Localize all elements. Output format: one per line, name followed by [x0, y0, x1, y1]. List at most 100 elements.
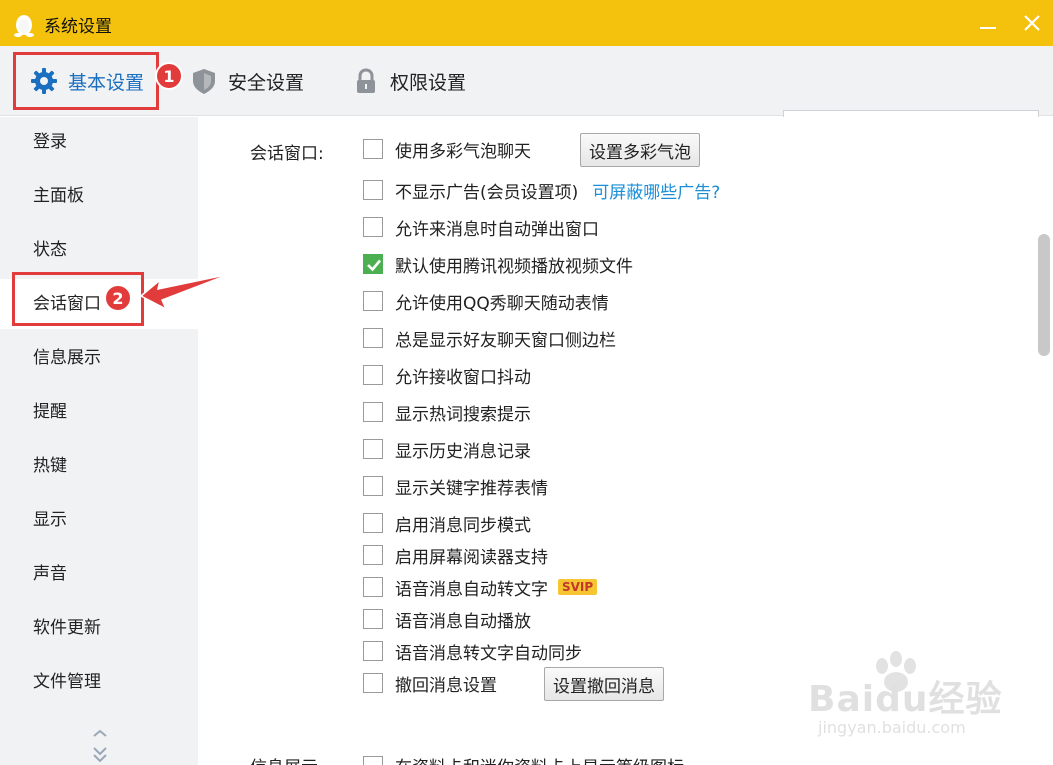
- checkbox[interactable]: [363, 180, 383, 200]
- section-label-chat-window: 会话窗口:: [250, 144, 324, 164]
- option-voice-autoplay[interactable]: 语音消息自动播放: [363, 606, 531, 632]
- sidebar-item-software-update[interactable]: 软件更新: [0, 603, 198, 653]
- sidebar-item-label: 文件管理: [33, 672, 101, 692]
- checkbox[interactable]: [363, 291, 383, 311]
- sidebar-item-sound[interactable]: 声音: [0, 549, 198, 599]
- settings-window: 系统设置 基本设置 安全设置 权限设置 搜索设置项 登录 主面板 状态 会话窗口…: [0, 0, 1053, 765]
- watermark-url: jingyan.baidu.com: [818, 718, 966, 737]
- step-badge-2: 2: [104, 284, 132, 312]
- option-voice-to-text[interactable]: 语音消息自动转文字 SVIP: [363, 574, 598, 600]
- minimize-icon[interactable]: [975, 10, 1001, 36]
- chevron-double-down-icon[interactable]: [88, 728, 112, 762]
- baidu-watermark: Baidu经验 jingyan.baidu.com: [808, 650, 1048, 760]
- tab-label: 权限设置: [390, 71, 467, 94]
- option-label: 启用消息同步模式: [395, 515, 531, 536]
- option-label: 允许来消息时自动弹出窗口: [395, 219, 599, 240]
- checkbox[interactable]: [363, 365, 383, 385]
- option-sync-mode[interactable]: 启用消息同步模式: [363, 510, 531, 536]
- option-label: 显示关键字推荐表情: [395, 478, 548, 499]
- checkbox[interactable]: [363, 545, 383, 565]
- set-colorful-bubble-button[interactable]: 设置多彩气泡: [580, 133, 700, 167]
- checkbox-checked[interactable]: [363, 254, 383, 274]
- scrollbar-thumb[interactable]: [1038, 234, 1050, 356]
- option-recall-settings[interactable]: 撤回消息设置: [363, 670, 497, 696]
- option-history[interactable]: 显示历史消息记录: [363, 436, 531, 462]
- title-bar: 系统设置: [0, 0, 1053, 46]
- shield-icon: [193, 69, 215, 94]
- option-label: 在资料卡和迷你资料卡上显示等级图标: [395, 753, 684, 765]
- option-level-icon[interactable]: 在资料卡和迷你资料卡上显示等级图标: [363, 753, 684, 765]
- sidebar-item-reminders[interactable]: 提醒: [0, 387, 198, 437]
- option-hide-ads[interactable]: 不显示广告(会员设置项) 可屏蔽哪些广告?: [363, 177, 720, 203]
- option-hot-words[interactable]: 显示热词搜索提示: [363, 399, 531, 425]
- sidebar-item-display[interactable]: 显示: [0, 495, 198, 545]
- option-colorful-bubbles[interactable]: 使用多彩气泡聊天: [363, 136, 531, 162]
- highlight-box-basic-settings: [13, 52, 159, 110]
- lock-icon: [357, 68, 375, 93]
- option-auto-popup[interactable]: 允许来消息时自动弹出窗口: [363, 214, 599, 240]
- tab-label: 安全设置: [228, 71, 305, 94]
- sidebar-item-label: 提醒: [33, 402, 67, 422]
- option-voice-text-sync[interactable]: 语音消息转文字自动同步: [363, 638, 582, 664]
- option-label: 语音消息转文字自动同步: [395, 643, 582, 664]
- checkbox[interactable]: [363, 217, 383, 237]
- option-label: 语音消息自动转文字: [395, 579, 548, 600]
- option-tencent-video[interactable]: 默认使用腾讯视频播放视频文件: [363, 251, 633, 277]
- sidebar-item-label: 信息展示: [33, 348, 101, 368]
- option-keyword-emoji[interactable]: 显示关键字推荐表情: [363, 473, 548, 499]
- sidebar-item-status[interactable]: 状态: [0, 225, 198, 275]
- tab-security-settings[interactable]: 安全设置: [190, 46, 304, 116]
- sidebar-item-label: 主面板: [33, 186, 84, 206]
- checkbox[interactable]: [363, 139, 383, 159]
- option-label: 总是显示好友聊天窗口侧边栏: [395, 330, 616, 351]
- option-label: 允许使用QQ秀聊天随动表情: [395, 293, 609, 314]
- option-label: 默认使用腾讯视频播放视频文件: [395, 256, 633, 277]
- checkbox[interactable]: [363, 673, 383, 693]
- option-label: 显示历史消息记录: [395, 441, 531, 462]
- sidebar-item-file-management[interactable]: 文件管理: [0, 657, 198, 707]
- option-window-shake[interactable]: 允许接收窗口抖动: [363, 362, 531, 388]
- svip-badge: SVIP: [558, 579, 598, 595]
- sidebar-item-label: 登录: [33, 132, 67, 152]
- checkbox[interactable]: [363, 609, 383, 629]
- sidebar-item-label: 热键: [33, 456, 67, 476]
- sidebar-item-hotkeys[interactable]: 热键: [0, 441, 198, 491]
- check-icon: [367, 259, 381, 272]
- annotation-arrow-icon: [139, 273, 231, 311]
- checkbox[interactable]: [363, 513, 383, 533]
- checkbox[interactable]: [363, 755, 383, 765]
- step-badge-1: 1: [155, 62, 183, 90]
- penguin-icon: [14, 15, 34, 37]
- option-label: 撤回消息设置: [395, 675, 497, 696]
- option-label: 语音消息自动播放: [395, 611, 531, 632]
- tab-permission-settings[interactable]: 权限设置: [352, 46, 466, 116]
- close-icon[interactable]: [1019, 10, 1045, 36]
- option-label: 启用屏幕阅读器支持: [395, 547, 548, 568]
- sidebar: 登录 主面板 状态 会话窗口 信息展示 提醒 热键 显示 声音 软件更新 文件管…: [0, 117, 198, 765]
- option-label: 显示热词搜索提示: [395, 404, 531, 425]
- section-label-info-display: 信息展示: [250, 753, 318, 765]
- checkbox[interactable]: [363, 476, 383, 496]
- checkbox[interactable]: [363, 641, 383, 661]
- option-qq-show[interactable]: 允许使用QQ秀聊天随动表情: [363, 288, 609, 314]
- set-recall-message-button[interactable]: 设置撤回消息: [544, 667, 664, 701]
- option-screen-reader[interactable]: 启用屏幕阅读器支持: [363, 542, 548, 568]
- option-label: 不显示广告(会员设置项): [395, 182, 579, 203]
- ad-info-link[interactable]: 可屏蔽哪些广告?: [592, 178, 720, 203]
- checkbox[interactable]: [363, 402, 383, 422]
- window-title: 系统设置: [44, 17, 112, 37]
- option-sidebar[interactable]: 总是显示好友聊天窗口侧边栏: [363, 325, 616, 351]
- sidebar-item-label: 显示: [33, 510, 67, 530]
- sidebar-item-login[interactable]: 登录: [0, 117, 198, 167]
- sidebar-item-main-panel[interactable]: 主面板: [0, 171, 198, 221]
- watermark-text: Baidu经验: [808, 679, 1003, 720]
- sidebar-item-info-display[interactable]: 信息展示: [0, 333, 198, 383]
- option-label: 允许接收窗口抖动: [395, 367, 531, 388]
- sidebar-item-label: 状态: [33, 240, 67, 260]
- checkbox[interactable]: [363, 577, 383, 597]
- checkbox[interactable]: [363, 439, 383, 459]
- sidebar-item-label: 声音: [33, 564, 67, 584]
- sidebar-item-label: 软件更新: [33, 618, 101, 638]
- checkbox[interactable]: [363, 328, 383, 348]
- option-label: 使用多彩气泡聊天: [395, 141, 531, 162]
